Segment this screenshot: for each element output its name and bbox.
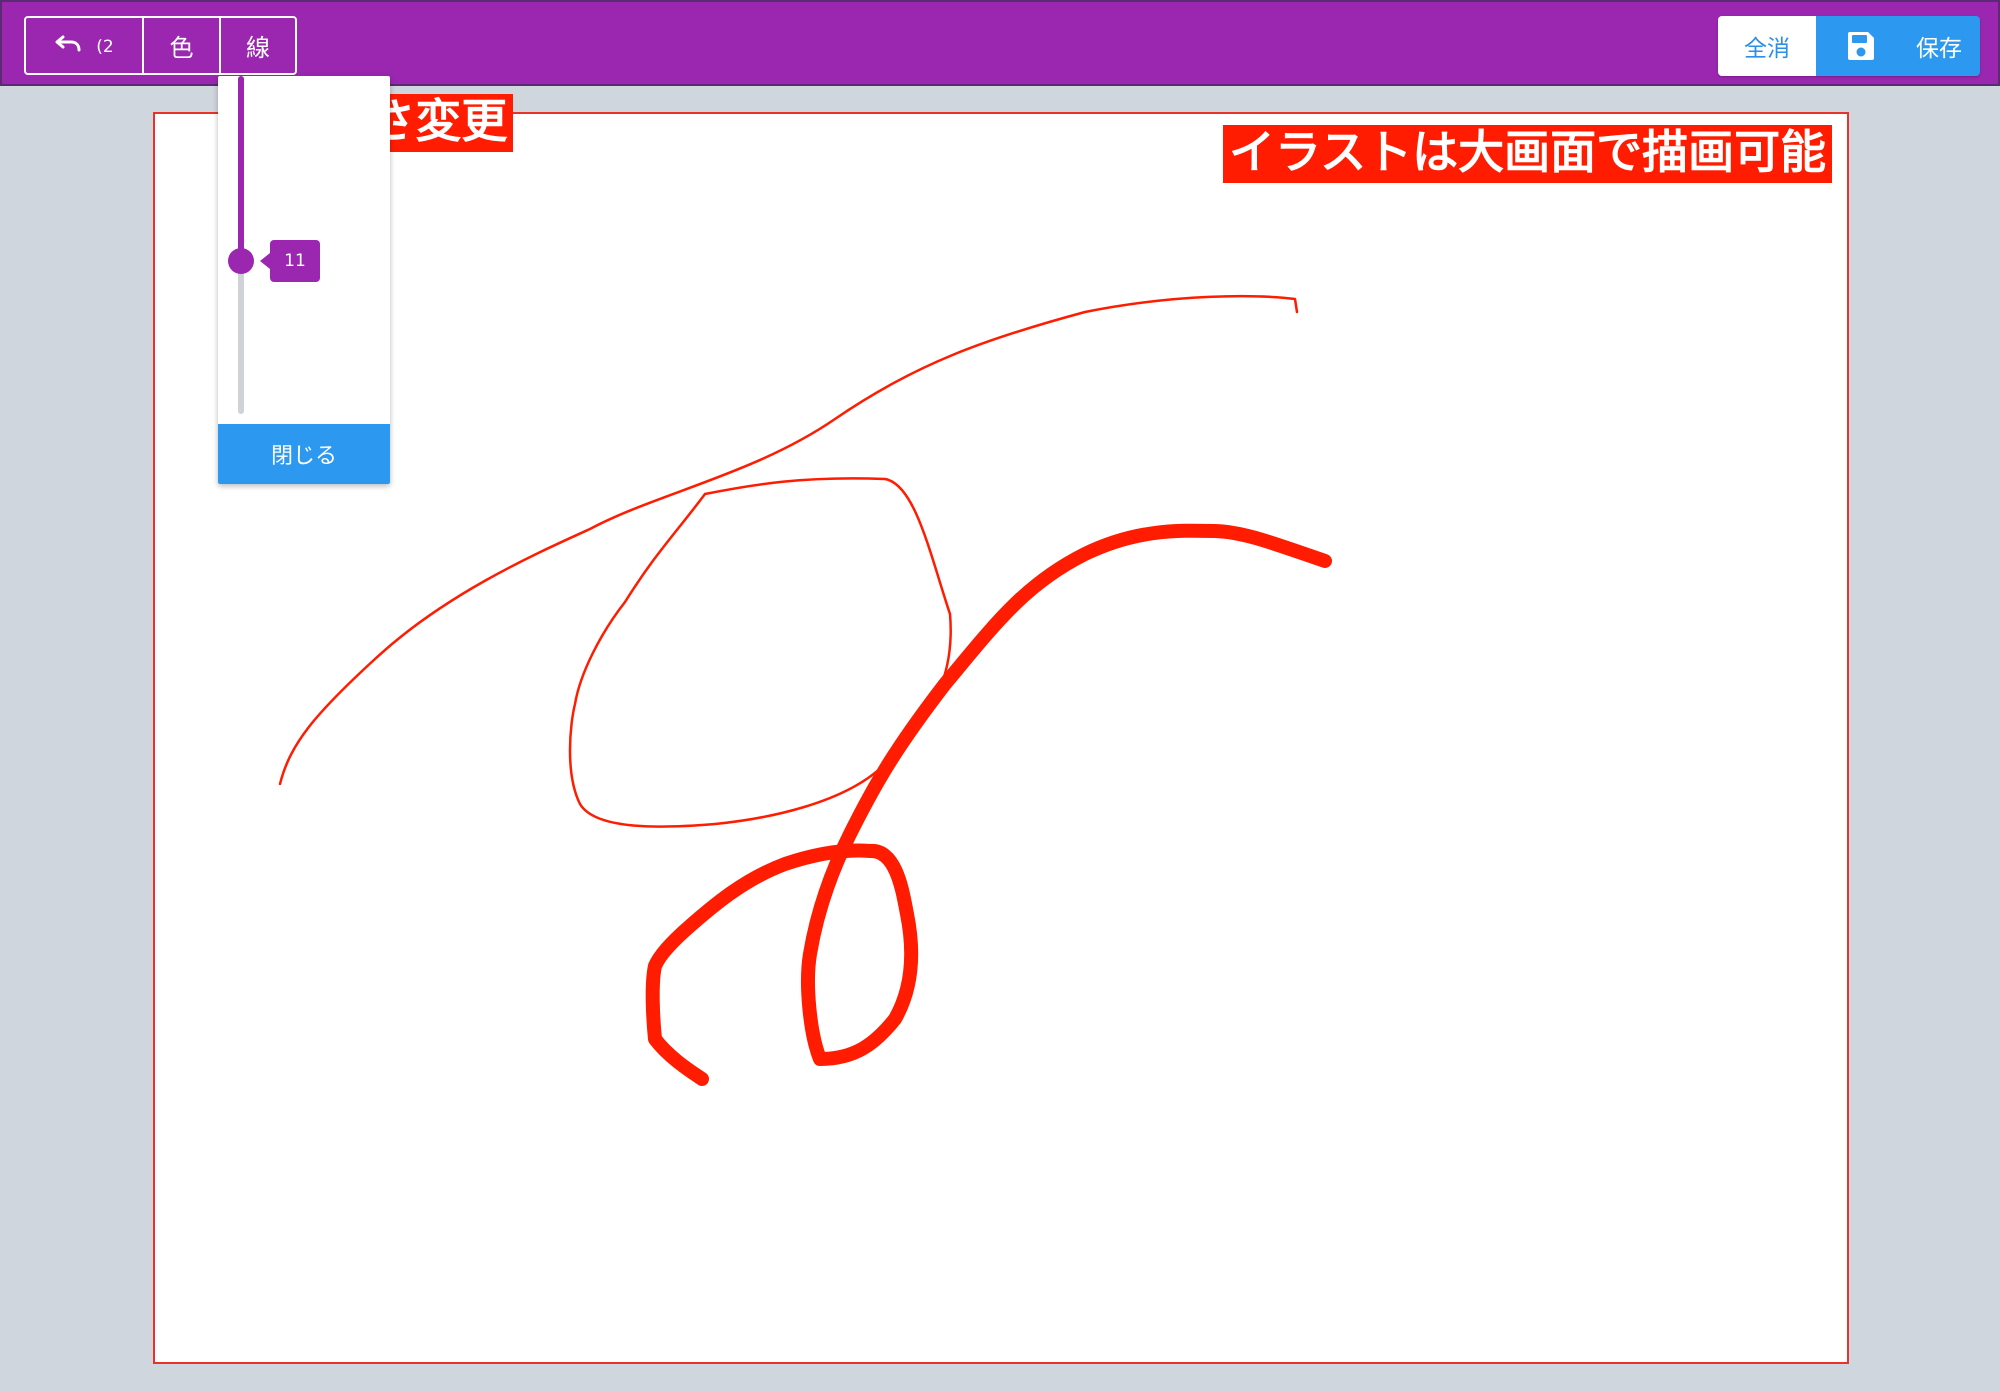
line-width-button[interactable]: 線 xyxy=(219,18,295,73)
top-toolbar: (2 色 線 全消 保存 xyxy=(0,0,2000,86)
save-button[interactable]: 保存 xyxy=(1816,16,1980,76)
thick-stroke xyxy=(645,523,1332,1086)
save-label: 保存 xyxy=(1916,36,1962,62)
drawn-strokes xyxy=(278,294,1332,1086)
undo-icon xyxy=(54,32,82,60)
clear-all-button[interactable]: 全消 xyxy=(1718,16,1816,76)
undo-button[interactable]: (2 xyxy=(26,18,142,73)
slider-track-fill xyxy=(238,76,244,261)
line-width-panel: 11 閉じる xyxy=(218,76,390,484)
close-button[interactable]: 閉じる xyxy=(218,424,390,484)
color-button[interactable]: 色 xyxy=(142,18,219,73)
fullscreen-annotation: イラストは大画面で描画可能 xyxy=(1223,125,1833,183)
slider-thumb[interactable] xyxy=(228,248,254,274)
floppy-disk-icon xyxy=(1846,30,1876,62)
thin-stroke-loop xyxy=(568,477,952,828)
action-button-group: 全消 保存 xyxy=(1718,16,1980,76)
drawing-canvas[interactable] xyxy=(153,112,1849,1364)
tool-button-group: (2 色 線 xyxy=(24,16,297,75)
slider-value-label: 11 xyxy=(260,240,320,282)
undo-count: (2 xyxy=(96,36,114,57)
